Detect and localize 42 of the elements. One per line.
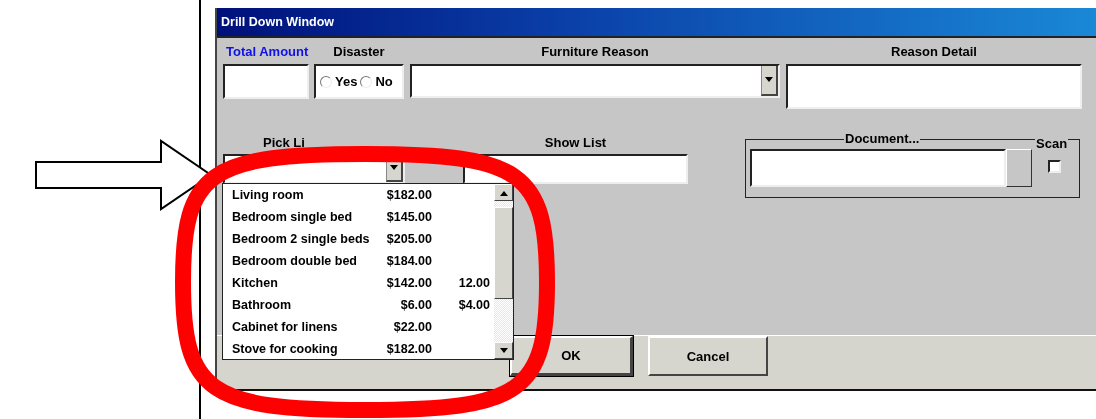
list-price: $142.00 (385, 276, 432, 290)
list-item[interactable]: Bathroom (232, 298, 366, 312)
window-title: Drill Down Window (221, 15, 335, 29)
list-item[interactable]: Kitchen (232, 276, 366, 290)
up-arrow-icon (498, 189, 509, 196)
field-label: Show List (544, 135, 607, 151)
list-price: $182.00 (385, 342, 432, 356)
list-price: $22.00 (392, 320, 432, 334)
scan-checkbox[interactable] (1048, 160, 1061, 173)
reason-detail-field[interactable] (786, 64, 1082, 109)
dropdown-arrow-icon (764, 77, 774, 83)
field-label: Reason Detail (891, 44, 977, 60)
total-amount-field[interactable] (223, 64, 309, 99)
field-label: Total Amount (226, 44, 309, 60)
scroll-up-button[interactable] (494, 184, 513, 201)
scrollbar-thumb[interactable] (494, 207, 513, 299)
browse-button[interactable] (1006, 149, 1032, 187)
scroll-down-button[interactable] (494, 342, 513, 359)
list-price: $182.00 (385, 188, 432, 202)
radio-label: No (375, 74, 393, 89)
list-item[interactable]: Bedroom double bed (232, 254, 366, 268)
furniture-reason-dropdown[interactable] (410, 64, 780, 98)
list-price: $6.00 (399, 298, 432, 312)
list-price: $184.00 (385, 254, 432, 268)
list-item[interactable]: Cabinet for linens (232, 320, 366, 334)
list-price: $4.00 (457, 298, 490, 312)
list-item[interactable]: Living room (232, 188, 366, 202)
list-item[interactable]: Stove for cooking (232, 342, 366, 356)
dropdown-arrow-icon (389, 165, 399, 171)
list-price: $205.00 (385, 232, 432, 246)
field-label: Pick Li (263, 135, 305, 151)
field-label: Disaster (333, 44, 385, 60)
document-field[interactable] (750, 149, 1006, 187)
dialog-button[interactable]: Cancel (648, 336, 768, 376)
list-item[interactable]: Bedroom single bed (232, 210, 366, 224)
list-price: 12.00 (457, 276, 490, 290)
radio-button[interactable] (320, 75, 332, 88)
field-label: Furniture Reason (541, 44, 649, 60)
radio-button[interactable] (360, 75, 373, 88)
dropdown-arrow-icon (498, 347, 509, 354)
radio-label: Yes (335, 74, 358, 89)
list-price: $145.00 (385, 210, 432, 224)
